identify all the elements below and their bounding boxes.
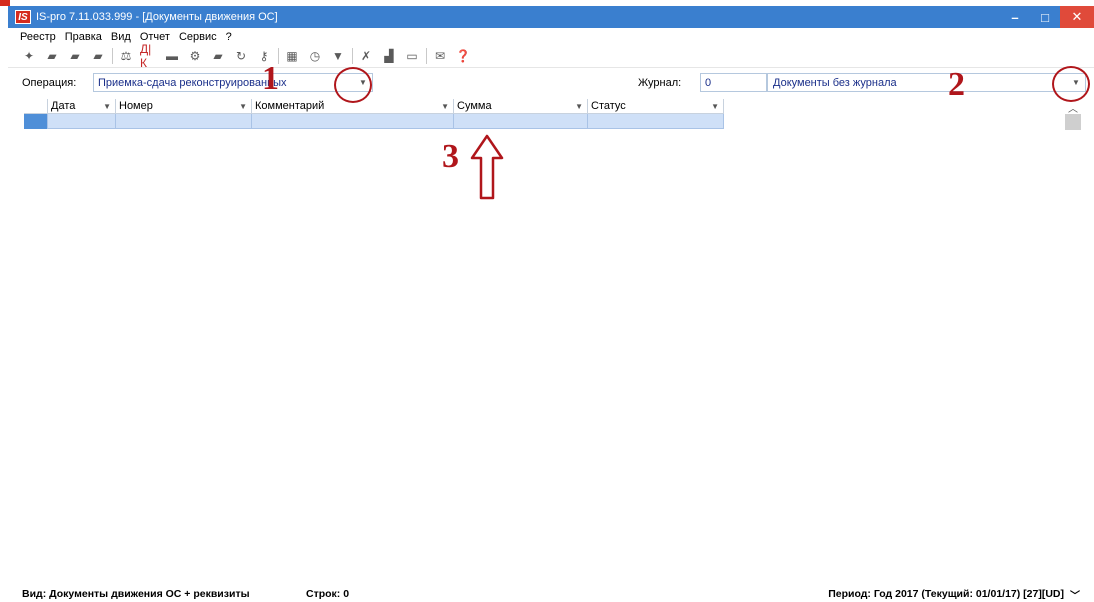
status-row-count: Строк: 0 (306, 588, 350, 600)
scroll-up-icon[interactable]: ︿ (1064, 100, 1082, 115)
chevron-down-icon[interactable]: ﹀ (1070, 587, 1080, 602)
help-icon[interactable]: ❓ (454, 47, 472, 65)
grid-indicator-header (24, 99, 48, 114)
table-icon[interactable]: ▦ (283, 47, 301, 65)
window-title: IS-pro 7.11.033.999 - [Документы движени… (36, 11, 278, 23)
annotation-number-2: 2 (948, 66, 965, 103)
sort-icon[interactable]: ▼ (441, 99, 449, 114)
calendar-icon[interactable]: ▭ (403, 47, 421, 65)
minimize-button[interactable]: – (1000, 6, 1030, 28)
column-number[interactable]: Номер ▼ (116, 99, 252, 114)
annotation-up-arrow (470, 134, 504, 200)
copy-icon[interactable]: ▰ (66, 47, 84, 65)
table-row[interactable] (24, 114, 724, 129)
toolbar-separator (112, 48, 113, 64)
toolbar-separator (352, 48, 353, 64)
menu-registry[interactable]: Реестр (20, 31, 56, 43)
edit-icon[interactable]: ▰ (209, 47, 227, 65)
move-icon[interactable]: ▰ (89, 47, 107, 65)
status-bar: Вид: Документы движения ОС + реквизиты С… (8, 586, 1094, 602)
new-doc-icon[interactable]: ✦ (20, 47, 38, 65)
journal-label: Журнал: (638, 77, 682, 89)
filter-icon[interactable]: ▼ (329, 47, 347, 65)
cell-number[interactable] (116, 114, 252, 129)
journal-value: Документы без журнала (773, 77, 897, 89)
window-controls: – □ ✕ (1000, 6, 1094, 28)
scales-icon[interactable]: ⚖ (117, 47, 135, 65)
folder-icon[interactable]: ▰ (43, 47, 61, 65)
close-button[interactable]: ✕ (1060, 6, 1094, 28)
scroll-thumb[interactable] (1065, 114, 1081, 130)
toolbar: ✦ ▰ ▰ ▰ ⚖ Д|К ▬ ⚙ ▰ ↻ ⚷ ▦ ◷ ▼ ✗ ▟ ▭ ✉ ❓ (8, 42, 1094, 70)
sort-icon[interactable]: ▼ (103, 99, 111, 114)
menu-view[interactable]: Вид (111, 31, 131, 43)
mail-icon[interactable]: ✉ (431, 47, 449, 65)
sort-icon[interactable]: ▼ (575, 99, 583, 114)
toolbar-separator (426, 48, 427, 64)
maximize-button[interactable]: □ (1030, 6, 1060, 28)
config-icon[interactable]: ⚙ (186, 47, 204, 65)
menu-bar: Реестр Правка Вид Отчет Сервис ? (8, 28, 1094, 45)
journal-select[interactable]: Документы без журнала ▼ (766, 73, 1086, 92)
status-period: Период: Год 2017 (Текущий: 01/01/17) [27… (828, 588, 1064, 600)
sort-icon[interactable]: ▼ (239, 99, 247, 114)
sort-icon[interactable]: ▼ (711, 99, 719, 114)
menu-report[interactable]: Отчет (140, 31, 170, 43)
title-bar: IS IS-pro 7.11.033.999 - [Документы движ… (8, 6, 1094, 28)
annotation-number-3: 3 (442, 138, 459, 175)
filter-bar: Операция: Приемка-сдача реконструированн… (8, 72, 1094, 94)
column-sum[interactable]: Сумма ▼ (454, 99, 588, 114)
row-indicator[interactable] (24, 114, 48, 129)
filter-clear-icon[interactable]: ✗ (357, 47, 375, 65)
annotation-number-1: 1 (262, 60, 279, 97)
dk-icon[interactable]: Д|К (140, 42, 158, 70)
documents-grid: Дата ▼ Номер ▼ Комментарий ▼ Сумма ▼ Статус ▼ (24, 99, 724, 129)
menu-service[interactable]: Сервис (179, 31, 217, 43)
journal-number-field[interactable]: 0 (700, 73, 768, 92)
column-date[interactable]: Дата ▼ (48, 99, 116, 114)
operation-select[interactable]: Приемка-сдача реконструированных ▼ (93, 73, 373, 92)
chart-icon[interactable]: ▟ (380, 47, 398, 65)
refresh-icon[interactable]: ↻ (232, 47, 250, 65)
grid-header: Дата ▼ Номер ▼ Комментарий ▼ Сумма ▼ Статус ▼ (24, 99, 724, 114)
cell-date[interactable] (48, 114, 116, 129)
cell-comment[interactable] (252, 114, 454, 129)
clock-icon[interactable]: ◷ (306, 47, 324, 65)
operation-value: Приемка-сдача реконструированных (98, 77, 287, 89)
annotation-circle-journal (1052, 66, 1090, 102)
menu-help[interactable]: ? (226, 31, 232, 43)
app-logo-icon: IS (15, 10, 31, 24)
status-view: Вид: Документы движения ОС + реквизиты (22, 588, 250, 600)
annotation-circle-operation (334, 67, 372, 103)
operation-label: Операция: (22, 77, 77, 89)
cell-sum[interactable] (454, 114, 588, 129)
column-status[interactable]: Статус ▼ (588, 99, 724, 114)
cell-status[interactable] (588, 114, 724, 129)
menu-edit[interactable]: Правка (65, 31, 102, 43)
print-icon[interactable]: ▬ (163, 47, 181, 65)
vertical-scrollbar[interactable]: ︿ (1064, 100, 1082, 584)
